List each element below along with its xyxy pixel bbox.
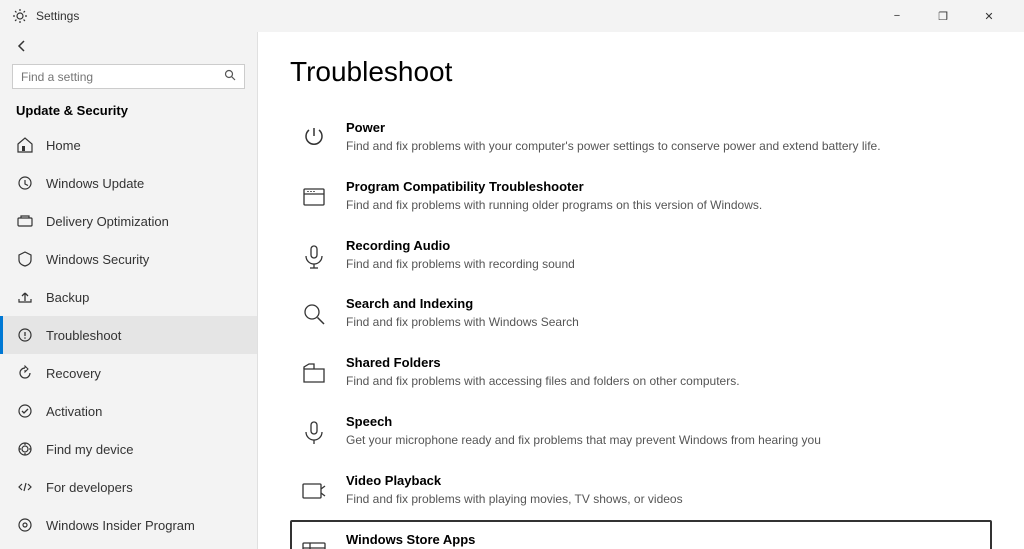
shared-folders-text: Shared Folders Find and fix problems wit… — [346, 355, 740, 390]
back-button[interactable] — [0, 32, 257, 60]
shared-folders-desc: Find and fix problems with accessing fil… — [346, 373, 740, 390]
back-icon — [16, 40, 28, 52]
sidebar-item-recovery-label: Recovery — [46, 366, 101, 381]
sidebar-item-home[interactable]: Home — [0, 126, 257, 164]
app-body: Update & Security Home Windows Update De… — [0, 32, 1024, 549]
sidebar-item-activation[interactable]: Activation — [0, 392, 257, 430]
sidebar-item-windows-update-label: Windows Update — [46, 176, 144, 191]
troubleshoot-item-search-indexing[interactable]: Search and Indexing Find and fix problem… — [290, 284, 992, 343]
sidebar-item-troubleshoot[interactable]: Troubleshoot — [0, 316, 257, 354]
speech-text: Speech Get your microphone ready and fix… — [346, 414, 821, 449]
sidebar-item-find-device-label: Find my device — [46, 442, 133, 457]
settings-app-icon — [12, 8, 28, 24]
titlebar: Settings − ❐ ✕ — [0, 0, 1024, 32]
troubleshoot-item-recording-audio[interactable]: Recording Audio Find and fix problems wi… — [290, 226, 992, 285]
windows-insider-icon — [16, 516, 34, 534]
titlebar-controls: − ❐ ✕ — [874, 0, 1012, 32]
home-icon — [16, 136, 34, 154]
windows-update-icon — [16, 174, 34, 192]
search-icon — [224, 69, 236, 84]
close-button[interactable]: ✕ — [966, 0, 1012, 32]
backup-icon — [16, 288, 34, 306]
video-playback-text: Video Playback Find and fix problems wit… — [346, 473, 683, 508]
titlebar-left: Settings — [12, 8, 79, 24]
recovery-icon — [16, 364, 34, 382]
search-indexing-desc: Find and fix problems with Windows Searc… — [346, 314, 579, 331]
sidebar-item-insider-label: Windows Insider Program — [46, 518, 195, 533]
speech-icon — [298, 416, 330, 448]
shared-folders-icon — [298, 357, 330, 389]
troubleshoot-item-power[interactable]: Power Find and fix problems with your co… — [290, 108, 992, 167]
troubleshoot-item-speech[interactable]: Speech Get your microphone ready and fix… — [290, 402, 992, 461]
sidebar-item-for-developers[interactable]: For developers — [0, 468, 257, 506]
activation-icon — [16, 402, 34, 420]
program-compat-icon — [298, 181, 330, 213]
sidebar-item-find-my-device[interactable]: Find my device — [0, 430, 257, 468]
video-playback-desc: Find and fix problems with playing movie… — [346, 491, 683, 508]
restore-button[interactable]: ❐ — [920, 0, 966, 32]
delivery-optimization-icon — [16, 212, 34, 230]
windows-store-apps-text: Windows Store Apps Troubleshoot problems… — [346, 532, 794, 549]
minimize-button[interactable]: − — [874, 0, 920, 32]
troubleshoot-item-shared-folders[interactable]: Shared Folders Find and fix problems wit… — [290, 343, 992, 402]
sidebar-item-activation-label: Activation — [46, 404, 102, 419]
power-title: Power — [346, 120, 881, 135]
troubleshoot-icon — [16, 326, 34, 344]
sidebar-item-delivery-label: Delivery Optimization — [46, 214, 169, 229]
search-input[interactable] — [21, 70, 218, 84]
program-compat-text: Program Compatibility Troubleshooter Fin… — [346, 179, 762, 214]
sidebar-item-windows-update[interactable]: Windows Update — [0, 164, 257, 202]
page-title: Troubleshoot — [290, 56, 992, 88]
sidebar: Update & Security Home Windows Update De… — [0, 32, 258, 549]
find-my-device-icon — [16, 440, 34, 458]
sidebar-item-windows-security[interactable]: Windows Security — [0, 240, 257, 278]
troubleshoot-item-video-playback[interactable]: Video Playback Find and fix problems wit… — [290, 461, 992, 520]
sidebar-item-troubleshoot-label: Troubleshoot — [46, 328, 121, 343]
sidebar-item-home-label: Home — [46, 138, 81, 153]
windows-security-icon — [16, 250, 34, 268]
power-text: Power Find and fix problems with your co… — [346, 120, 881, 155]
search-indexing-icon — [298, 298, 330, 330]
sidebar-item-windows-security-label: Windows Security — [46, 252, 149, 267]
speech-desc: Get your microphone ready and fix proble… — [346, 432, 821, 449]
sidebar-item-windows-insider[interactable]: Windows Insider Program — [0, 506, 257, 544]
windows-store-apps-title: Windows Store Apps — [346, 532, 794, 547]
main-content: Troubleshoot Power Find and fix problems… — [258, 32, 1024, 549]
sidebar-item-backup[interactable]: Backup — [0, 278, 257, 316]
recording-audio-text: Recording Audio Find and fix problems wi… — [346, 238, 575, 273]
sidebar-section-header: Update & Security — [0, 97, 257, 126]
search-indexing-title: Search and Indexing — [346, 296, 579, 311]
power-desc: Find and fix problems with your computer… — [346, 138, 881, 155]
troubleshoot-item-windows-store-apps[interactable]: Windows Store Apps Troubleshoot problems… — [290, 520, 992, 549]
video-playback-icon — [298, 475, 330, 507]
sidebar-item-recovery[interactable]: Recovery — [0, 354, 257, 392]
windows-store-apps-icon — [298, 534, 330, 549]
search-box[interactable] — [12, 64, 245, 89]
video-playback-title: Video Playback — [346, 473, 683, 488]
recording-audio-title: Recording Audio — [346, 238, 575, 253]
program-compat-title: Program Compatibility Troubleshooter — [346, 179, 762, 194]
sidebar-item-developers-label: For developers — [46, 480, 133, 495]
recording-audio-icon — [298, 240, 330, 272]
titlebar-title: Settings — [36, 9, 79, 23]
search-indexing-text: Search and Indexing Find and fix problem… — [346, 296, 579, 331]
sidebar-item-backup-label: Backup — [46, 290, 89, 305]
recording-audio-desc: Find and fix problems with recording sou… — [346, 256, 575, 273]
shared-folders-title: Shared Folders — [346, 355, 740, 370]
sidebar-item-delivery-optimization[interactable]: Delivery Optimization — [0, 202, 257, 240]
program-compat-desc: Find and fix problems with running older… — [346, 197, 762, 214]
troubleshoot-item-program-compat[interactable]: Program Compatibility Troubleshooter Fin… — [290, 167, 992, 226]
power-icon — [298, 122, 330, 154]
speech-title: Speech — [346, 414, 821, 429]
developers-icon — [16, 478, 34, 496]
